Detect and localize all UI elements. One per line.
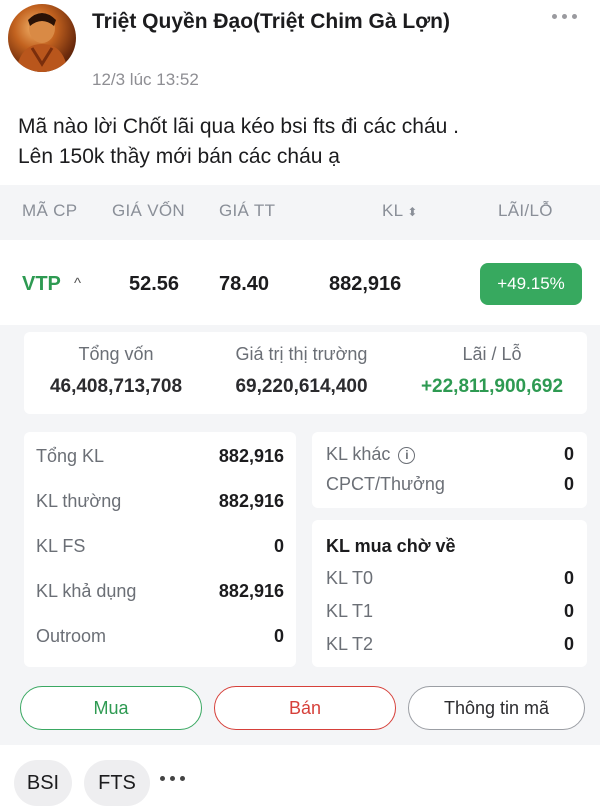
info-icon[interactable]: i (398, 446, 416, 464)
pending-t2-label: KL T2 (326, 634, 374, 654)
author-name[interactable]: Triệt Quyền Đạo(Triệt Chim Gà Lợn) (92, 6, 532, 37)
post-timestamp[interactable]: 12/3 lúc 13:52 (92, 70, 199, 90)
pending-t2-value: 0 (563, 634, 574, 654)
regular-volume-value: 882,916 (218, 491, 284, 511)
post-text-line: Lên 150k thầy mới bán các cháu ạ (18, 145, 340, 168)
column-header-symbol: MÃ CP (22, 201, 78, 220)
other-volume-row: KL khác i (326, 444, 416, 465)
fs-volume-label: KL FS (36, 536, 86, 556)
fs-volume-value: 0 (273, 536, 284, 556)
position-cost-price: 52.56 (129, 273, 180, 295)
position-market-price: 78.40 (219, 273, 270, 295)
buy-button[interactable]: Mua (20, 686, 202, 730)
sell-button[interactable]: Bán (214, 686, 396, 730)
total-capital-value: 46,408,713,708 (49, 376, 183, 397)
author-avatar[interactable] (8, 4, 76, 72)
column-header-volume-label: KL (382, 201, 404, 220)
tag-bsi[interactable]: BSI (14, 760, 72, 806)
regular-volume-label: KL thường (36, 491, 122, 511)
position-volume: 882,916 (329, 273, 402, 295)
pending-t1-label: KL T1 (326, 601, 374, 621)
chevron-up-icon[interactable]: ^ (74, 275, 81, 292)
total-capital-label: Tổng vốn (78, 344, 154, 364)
column-header-profit-loss: LÃI/LỖ (498, 201, 553, 220)
bonus-volume-value: 0 (563, 474, 574, 494)
total-volume-label: Tổng KL (36, 446, 105, 466)
position-symbol[interactable]: VTP (22, 273, 61, 296)
outroom-label: Outroom (36, 626, 107, 646)
more-horizontal-icon[interactable] (540, 4, 588, 28)
post-text-line: Mã nào lời Chốt lãi qua kéo bsi fts đi c… (18, 115, 459, 138)
profit-loss-label: Lãi / Lỗ (462, 344, 522, 364)
profit-percent-badge: +49.15% (480, 263, 582, 305)
bonus-volume-label: CPCT/Thưởng (326, 474, 445, 494)
column-header-market-price: GIÁ TT (219, 201, 276, 220)
available-volume-label: KL khả dụng (36, 581, 137, 601)
total-volume-value: 882,916 (218, 446, 284, 466)
tag-fts[interactable]: FTS (84, 760, 150, 806)
market-value-value: 69,220,614,400 (235, 376, 368, 397)
stock-info-button[interactable]: Thông tin mã (408, 686, 585, 730)
pending-volume-title: KL mua chờ về (326, 536, 456, 556)
sort-icon[interactable]: ⬍ (407, 205, 417, 219)
column-header-volume[interactable]: KL ⬍ (382, 201, 418, 221)
pending-t0-value: 0 (563, 568, 574, 588)
available-volume-value: 882,916 (218, 581, 284, 601)
post-text: Mã nào lời Chốt lãi qua kéo bsi fts đi c… (18, 112, 588, 172)
more-tags-icon[interactable] (160, 776, 185, 781)
column-header-cost-price: GIÁ VỐN (112, 201, 185, 220)
profile-photo (16, 13, 68, 72)
market-value-label: Giá trị thị trường (235, 344, 368, 364)
other-volume-value: 0 (563, 444, 574, 464)
pending-t0-label: KL T0 (326, 568, 374, 588)
profit-loss-value: +22,811,900,692 (420, 376, 564, 397)
other-volume-label: KL khác (326, 444, 391, 464)
outroom-value: 0 (273, 626, 284, 646)
pending-t1-value: 0 (563, 601, 574, 621)
